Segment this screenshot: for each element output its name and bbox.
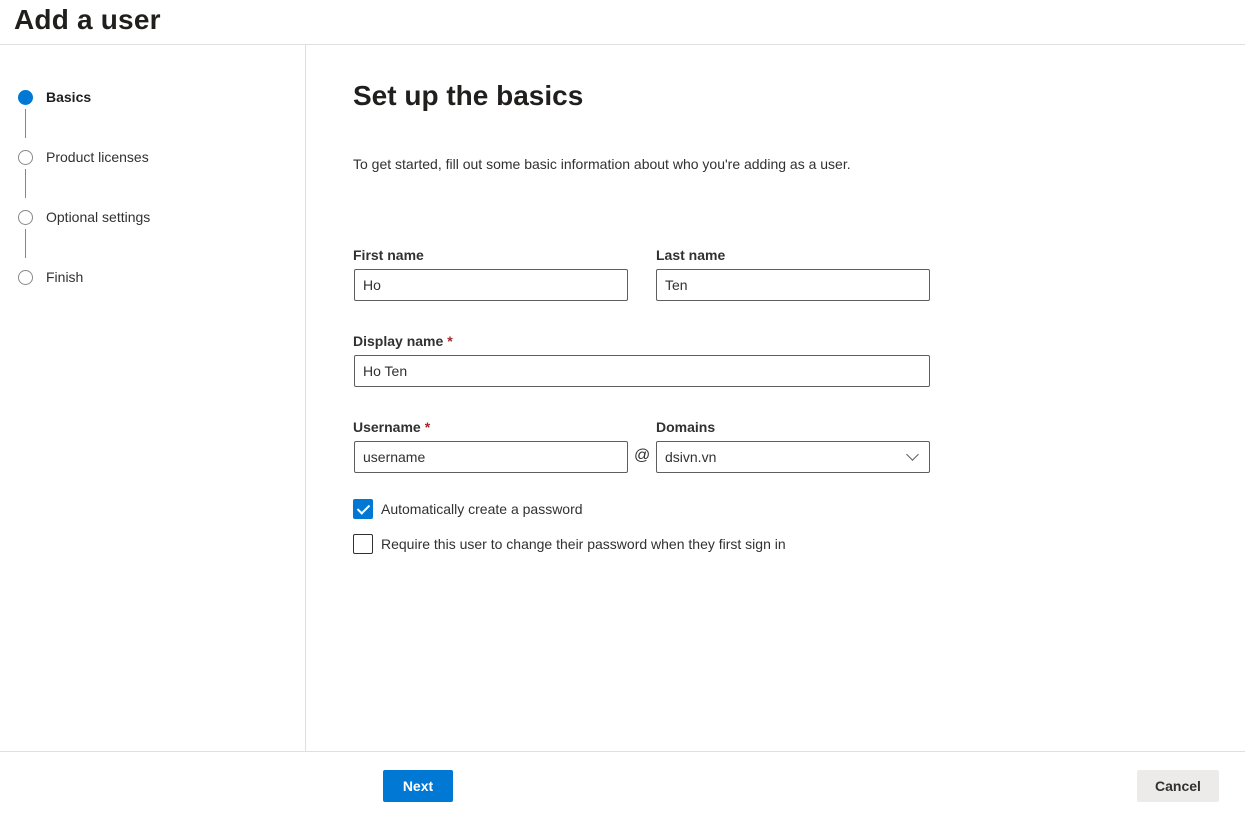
display-name-input[interactable]: [354, 355, 930, 387]
checkmark-icon: [356, 500, 370, 515]
last-name-input[interactable]: [656, 269, 930, 301]
step-indicator-empty-icon: [18, 209, 33, 225]
wizard-steps: Basics Product licenses Optional setting…: [0, 45, 306, 751]
step-product-licenses[interactable]: Product licenses: [18, 149, 149, 165]
display-name-label: Display name *: [353, 333, 453, 349]
step-optional-settings[interactable]: Optional settings: [18, 209, 150, 225]
required-marker: *: [447, 333, 453, 349]
step-connector: [25, 169, 26, 198]
auto-password-checkbox[interactable]: [353, 499, 373, 519]
username-label: Username *: [353, 419, 430, 435]
at-symbol: @: [634, 447, 651, 464]
page-title: Add a user: [14, 4, 161, 35]
step-indicator-empty-icon: [18, 269, 33, 285]
footer-bar: Next Cancel: [0, 751, 1245, 820]
require-change-option[interactable]: Require this user to change their passwo…: [353, 534, 786, 554]
main-panel: Set up the basics To get started, fill o…: [306, 45, 1245, 751]
username-label-text: Username: [353, 419, 421, 435]
step-label: Optional settings: [46, 209, 151, 225]
next-button[interactable]: Next: [383, 770, 453, 802]
step-basics[interactable]: Basics: [18, 89, 91, 105]
first-name-label: First name: [353, 247, 424, 263]
step-finish[interactable]: Finish: [18, 269, 83, 285]
step-connector: [25, 229, 26, 258]
last-name-label: Last name: [656, 247, 726, 263]
auto-password-option[interactable]: Automatically create a password: [353, 499, 583, 519]
step-indicator-empty-icon: [18, 149, 33, 165]
display-name-label-text: Display name: [353, 333, 444, 349]
section-title: Set up the basics: [353, 80, 584, 111]
require-change-checkbox[interactable]: [353, 534, 373, 554]
auto-password-label[interactable]: Automatically create a password: [381, 501, 583, 517]
intro-text: To get started, fill out some basic info…: [353, 156, 851, 172]
step-label: Basics: [46, 89, 92, 105]
step-connector: [25, 109, 26, 138]
domains-dropdown[interactable]: dsivn.vn: [656, 441, 930, 473]
first-name-input[interactable]: [354, 269, 628, 301]
step-label: Product licenses: [46, 149, 149, 165]
require-change-label[interactable]: Require this user to change their passwo…: [381, 536, 786, 552]
username-input[interactable]: [354, 441, 628, 473]
step-indicator-filled-icon: [18, 89, 33, 105]
step-label: Finish: [46, 269, 84, 285]
chevron-down-icon: [906, 448, 919, 461]
required-marker: *: [424, 419, 431, 435]
cancel-button[interactable]: Cancel: [1137, 770, 1219, 802]
domains-selected-value: dsivn.vn: [665, 449, 717, 465]
domains-label: Domains: [656, 419, 716, 435]
